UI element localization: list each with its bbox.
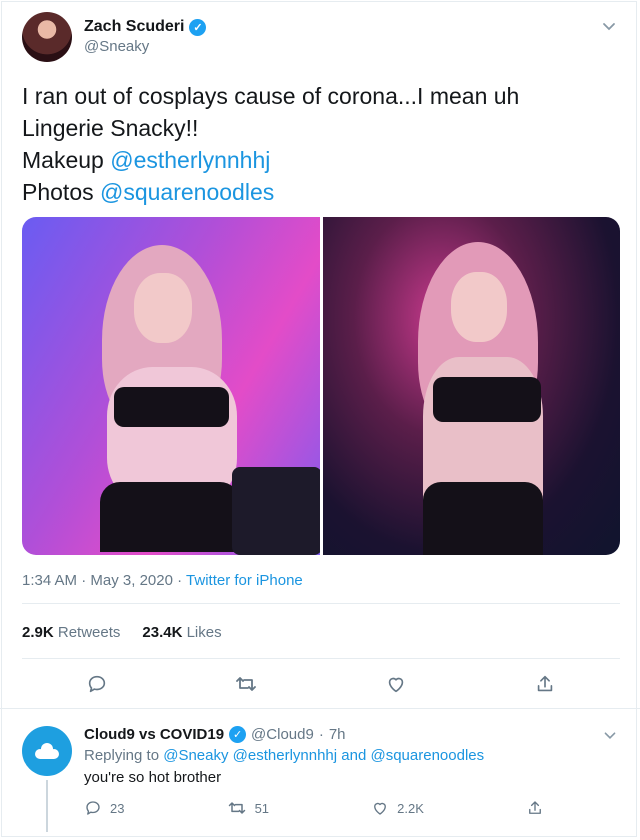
tweet-text: I ran out of cosplays cause of corona...… bbox=[22, 80, 622, 208]
makeup-mention-link[interactable]: @estherlynnhhj bbox=[110, 147, 270, 173]
tweet-source-link[interactable]: Twitter for iPhone bbox=[186, 572, 303, 589]
retweets-label: Retweets bbox=[57, 624, 121, 641]
media-photo-2[interactable] bbox=[322, 217, 620, 555]
photos-mention-link[interactable]: @squarenoodles bbox=[100, 179, 274, 205]
photo-2-face bbox=[450, 272, 507, 342]
photos-label: Photos bbox=[22, 179, 94, 205]
replying-to-and: and bbox=[341, 747, 367, 764]
reply-retweet-action[interactable]: 51 bbox=[227, 798, 269, 818]
reply-icon[interactable] bbox=[85, 672, 109, 696]
replying-to-link-1[interactable]: @Sneaky bbox=[163, 747, 228, 764]
reply-like-action[interactable]: 2.2K bbox=[371, 798, 424, 818]
tweet-text-line-3: Makeup @estherlynnhhj bbox=[22, 144, 622, 176]
tweet-text-line-1: I ran out of cosplays cause of corona...… bbox=[22, 83, 520, 109]
meta-separator-1: · bbox=[81, 572, 87, 589]
reply-author-avatar[interactable] bbox=[22, 726, 72, 776]
retweets-count: 2.9K bbox=[22, 624, 54, 641]
media-photo-1[interactable] bbox=[22, 217, 320, 555]
retweet-icon[interactable] bbox=[234, 672, 258, 696]
replying-to-link-2[interactable]: @estherlynnhhj bbox=[233, 747, 337, 764]
thread-line bbox=[46, 780, 48, 832]
reply-retweet-icon bbox=[228, 802, 245, 814]
tweet-media bbox=[22, 217, 620, 555]
reply-separator: · bbox=[318, 726, 324, 743]
divider-1 bbox=[22, 603, 620, 604]
makeup-label: Makeup bbox=[22, 147, 104, 173]
replying-to-line: Replying to @Sneaky @estherlynnhhj and @… bbox=[84, 747, 484, 764]
like-icon[interactable] bbox=[384, 672, 408, 696]
likes-label: Likes bbox=[186, 624, 222, 641]
meta-separator-2: · bbox=[177, 572, 183, 589]
tweet-action-bar bbox=[22, 672, 620, 696]
photo-1-top bbox=[114, 387, 229, 427]
tweet-text-line-4: Photos @squarenoodles bbox=[22, 176, 622, 208]
likes-count: 23.4K bbox=[142, 624, 183, 641]
verified-badge-icon: ✓ bbox=[189, 18, 207, 36]
reply-action-bar: 23 51 2.2K bbox=[84, 798, 544, 818]
reply-verified-badge-icon: ✓ bbox=[229, 726, 247, 743]
reply-chevron-down-icon[interactable] bbox=[600, 726, 620, 746]
reply-time[interactable]: 7h bbox=[329, 726, 346, 743]
reply-reply-action[interactable]: 23 bbox=[84, 798, 124, 818]
cloud-logo-icon bbox=[35, 743, 59, 759]
reply-like-count: 2.2K bbox=[397, 800, 424, 816]
tweet-date[interactable]: May 3, 2020 bbox=[90, 572, 173, 589]
author-name-block: Zach Scuderi ✓ @Sneaky bbox=[84, 18, 207, 55]
reply-header: Cloud9 vs COVID19 ✓ @Cloud9 · 7h bbox=[84, 726, 346, 743]
photo-1-bottom bbox=[100, 482, 240, 552]
tweet-stats: 2.9K Retweets 23.4K Likes bbox=[22, 624, 222, 641]
reply-share-action[interactable] bbox=[526, 798, 544, 818]
tweet-time[interactable]: 1:34 AM bbox=[22, 572, 77, 589]
divider-2 bbox=[22, 658, 620, 659]
tweet-meta: 1:34 AM · May 3, 2020 · Twitter for iPho… bbox=[22, 572, 303, 589]
retweets-stat[interactable]: 2.9K Retweets bbox=[22, 624, 120, 641]
photo-2-bottom bbox=[422, 482, 543, 555]
reply-reply-icon bbox=[86, 801, 100, 815]
replying-to-link-3[interactable]: @squarenoodles bbox=[370, 747, 484, 764]
reply-tweet[interactable]: Cloud9 vs COVID19 ✓ @Cloud9 · 7h Replyin… bbox=[0, 712, 640, 840]
share-icon[interactable] bbox=[533, 672, 557, 696]
reply-reply-count: 23 bbox=[110, 800, 125, 816]
author-avatar[interactable] bbox=[22, 12, 72, 62]
reply-share-icon bbox=[529, 801, 541, 814]
replying-to-prefix: Replying to bbox=[84, 747, 160, 764]
reply-retweet-count: 51 bbox=[254, 800, 270, 816]
likes-stat[interactable]: 23.4K Likes bbox=[142, 624, 221, 641]
chevron-down-icon[interactable] bbox=[598, 16, 620, 38]
author-display-name-row[interactable]: Zach Scuderi ✓ bbox=[84, 18, 207, 36]
author-handle[interactable]: @Sneaky bbox=[84, 38, 206, 55]
photo-1-face bbox=[134, 273, 192, 343]
reply-handle[interactable]: @Cloud9 bbox=[251, 726, 314, 743]
photo-1-couch bbox=[232, 467, 320, 555]
divider-3 bbox=[0, 708, 640, 709]
reply-display-name[interactable]: Cloud9 vs COVID19 bbox=[84, 726, 224, 743]
tweet-text-line-2: Lingerie Snacky!! bbox=[22, 115, 199, 141]
reply-text: you're so hot brother bbox=[84, 769, 222, 786]
reply-like-icon bbox=[374, 802, 387, 815]
photo-2-top bbox=[432, 377, 541, 422]
author-display-name[interactable]: Zach Scuderi bbox=[84, 18, 184, 36]
